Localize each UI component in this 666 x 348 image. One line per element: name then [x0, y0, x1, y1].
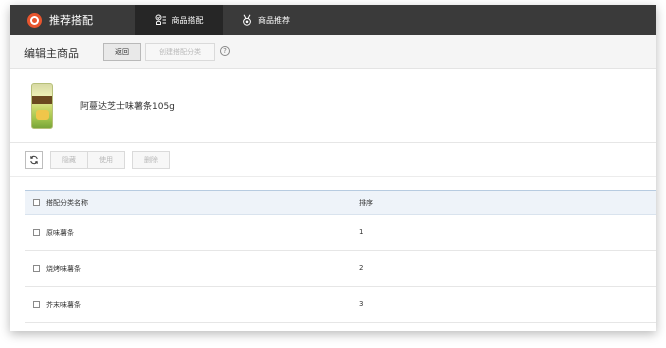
table-header: 搭配分类名称 排序: [25, 190, 656, 215]
main-product: 阿蔓达芝士味薯条105g: [10, 69, 656, 143]
tab-product-matching[interactable]: 商品搭配: [135, 5, 223, 35]
table-row[interactable]: 芥末味薯条 3: [25, 287, 656, 323]
brand-logo-icon: [27, 12, 42, 28]
row-sort: 3: [359, 300, 364, 308]
tab-product-matching-label: 商品搭配: [171, 15, 204, 25]
tab-product-recommend[interactable]: 商品推荐: [241, 5, 329, 35]
list-check-icon: [155, 14, 166, 25]
refresh-icon: [30, 155, 38, 165]
column-header-sort: 排序: [359, 199, 373, 207]
back-button[interactable]: 返回: [103, 43, 141, 61]
select-all-checkbox[interactable]: [33, 199, 40, 206]
use-button[interactable]: 使用: [87, 151, 125, 169]
table-row[interactable]: 烧烤味薯条 2: [25, 251, 656, 287]
brand[interactable]: 推荐搭配: [10, 5, 135, 35]
top-navigation-bar: 推荐搭配 商品搭配 商品推荐: [10, 5, 656, 35]
page-title: 编辑主商品: [24, 47, 79, 60]
page-header: 编辑主商品 返回 创建搭配分类 ?: [10, 35, 656, 69]
product-name: 阿蔓达芝士味薯条105g: [80, 102, 175, 112]
delete-button[interactable]: 删除: [132, 151, 170, 169]
help-icon[interactable]: ?: [220, 46, 230, 56]
refresh-button[interactable]: [25, 151, 43, 169]
row-name: 芥末味薯条: [46, 301, 81, 309]
app-window: 推荐搭配 商品搭配 商品推荐 编辑主商品 返回 创建搭配分类 ? 阿蔓达芝士味薯…: [10, 5, 656, 331]
column-header-name: 搭配分类名称: [46, 199, 88, 207]
app-title: 推荐搭配: [49, 14, 93, 27]
row-name: 烧烤味薯条: [46, 265, 81, 273]
product-image: [31, 83, 53, 129]
tab-product-recommend-label: 商品推荐: [258, 15, 290, 25]
row-sort: 2: [359, 264, 364, 272]
hide-button[interactable]: 隐藏: [50, 151, 88, 169]
row-name: 原味薯条: [46, 229, 74, 237]
row-checkbox[interactable]: [33, 301, 40, 308]
row-sort: 1: [359, 228, 364, 236]
medal-icon: [243, 14, 251, 26]
table-toolbar: 隐藏 使用 删除: [10, 143, 656, 177]
table-row[interactable]: 原味薯条 1: [25, 215, 656, 251]
row-checkbox[interactable]: [33, 229, 40, 236]
row-checkbox[interactable]: [33, 265, 40, 272]
create-category-button[interactable]: 创建搭配分类: [145, 43, 215, 61]
